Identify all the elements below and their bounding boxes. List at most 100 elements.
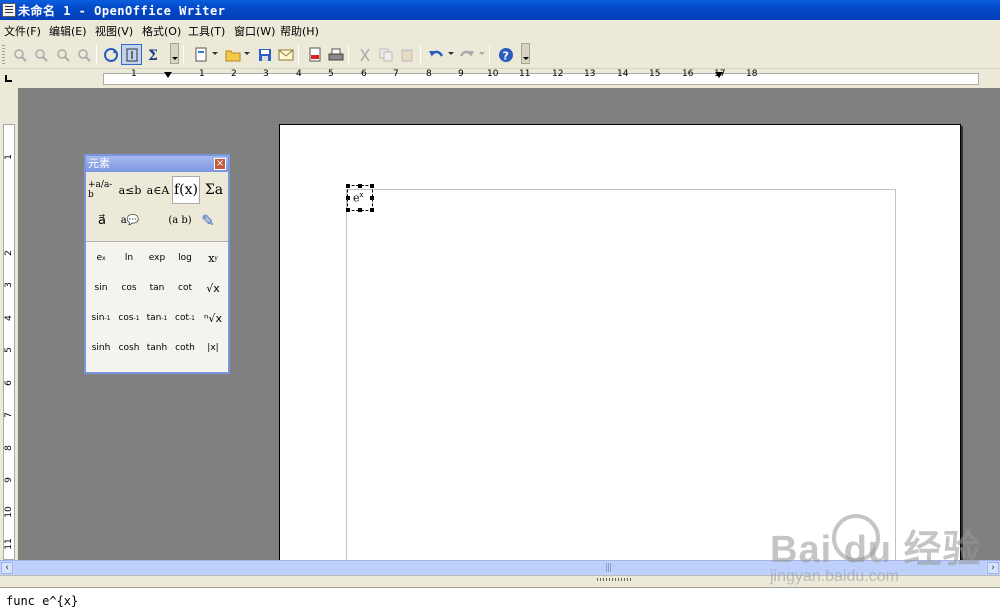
menu-help[interactable]: 帮助(H) <box>280 23 319 39</box>
fn-abs[interactable]: |x| <box>199 334 227 362</box>
toolbar-separator <box>298 45 299 64</box>
toolbar-grip[interactable] <box>2 45 5 65</box>
category-attributes[interactable]: a⃗ <box>88 206 116 234</box>
resize-handle[interactable] <box>346 196 350 200</box>
category-unary-binary[interactable]: +a/a-b <box>88 176 116 204</box>
ruler-tick: 11 <box>519 69 531 79</box>
category-brackets[interactable]: (a b) <box>166 206 194 234</box>
fn-power[interactable]: xy <box>199 244 227 272</box>
scrollbar-thumb[interactable] <box>15 562 985 573</box>
resize-handle[interactable] <box>346 184 350 188</box>
fn-nroot[interactable]: ⁿ√x <box>199 304 227 332</box>
fn-sup: -1 <box>189 314 195 322</box>
fn-sin[interactable]: sin <box>87 274 115 302</box>
close-icon[interactable]: × <box>214 158 226 170</box>
fn-arcsin[interactable]: sin -1 <box>87 304 115 332</box>
fn-exp[interactable]: exp <box>143 244 171 272</box>
undo-icon[interactable] <box>425 44 446 65</box>
print-icon[interactable] <box>325 44 346 65</box>
toolbar-separator <box>348 45 349 64</box>
fn-cosh[interactable]: cosh <box>115 334 143 362</box>
category-formats[interactable]: ✎ <box>194 206 222 234</box>
new-dropdown-icon[interactable] <box>212 52 218 55</box>
horizontal-ruler[interactable]: 1 1 2 3 4 5 6 7 8 9 10 11 12 13 14 15 16… <box>18 69 1000 88</box>
show-all-icon[interactable] <box>73 44 94 65</box>
resize-handle[interactable] <box>346 208 350 212</box>
zoom-out-icon[interactable] <box>30 44 51 65</box>
vruler-tick: 9 <box>4 477 14 483</box>
menu-tools[interactable]: 工具(T) <box>188 23 225 39</box>
toolbar-overflow-button-2[interactable] <box>521 43 530 64</box>
scroll-right-icon[interactable]: › <box>987 562 999 574</box>
fn-tanh[interactable]: tanh <box>143 334 171 362</box>
zoom-in-icon[interactable] <box>9 44 30 65</box>
formula-command-text[interactable]: func e^{x} <box>6 594 78 608</box>
elements-panel-title[interactable]: 元素 × <box>86 156 228 172</box>
left-indent-marker[interactable] <box>164 72 172 78</box>
copy-icon[interactable] <box>375 44 396 65</box>
open-folder-icon[interactable] <box>222 44 243 65</box>
splitter-grip[interactable] <box>597 578 631 581</box>
category-functions[interactable]: f(x) <box>172 176 200 204</box>
refresh-icon[interactable] <box>100 44 121 65</box>
save-icon[interactable] <box>254 44 275 65</box>
command-window[interactable]: func e^{x} <box>0 587 1000 614</box>
fn-cot[interactable]: cot <box>171 274 199 302</box>
formula-cursor-icon[interactable] <box>121 44 142 65</box>
help-icon[interactable]: ? <box>495 44 516 65</box>
email-icon[interactable] <box>275 44 296 65</box>
ruler-tick: 13 <box>584 69 596 79</box>
resize-handle[interactable] <box>370 184 374 188</box>
ruler-tick: 10 <box>487 69 499 79</box>
undo-dropdown-icon[interactable] <box>448 52 454 55</box>
document-page[interactable]: ex <box>279 124 961 560</box>
menu-file[interactable]: 文件(F) <box>4 23 41 39</box>
command-window-splitter[interactable] <box>0 575 1000 587</box>
sigma-elements-icon[interactable]: Σ <box>143 44 164 65</box>
fn-sqrt[interactable]: √x <box>199 274 227 302</box>
scroll-left-icon[interactable]: ‹ <box>1 562 13 574</box>
new-document-icon[interactable] <box>190 44 211 65</box>
fn-arctan[interactable]: tan -1 <box>143 304 171 332</box>
menu-view[interactable]: 视图(V) <box>95 23 133 39</box>
resize-handle[interactable] <box>358 184 362 188</box>
formula-object[interactable]: ex <box>346 184 374 212</box>
fn-ln[interactable]: ln <box>115 244 143 272</box>
category-relations[interactable]: a≤b <box>116 176 144 204</box>
fn-label: √x <box>206 281 220 295</box>
resize-handle[interactable] <box>370 196 374 200</box>
zoom-100-icon[interactable] <box>52 44 73 65</box>
open-dropdown-icon[interactable] <box>244 52 250 55</box>
export-pdf-icon[interactable] <box>304 44 325 65</box>
ruler-tab-selector[interactable] <box>0 70 18 88</box>
resize-handle[interactable] <box>370 208 374 212</box>
ruler-tick: 4 <box>296 69 302 79</box>
fn-log[interactable]: log <box>171 244 199 272</box>
fn-exp-e[interactable]: ex <box>87 244 115 272</box>
toolbar-overflow-button[interactable] <box>170 43 179 64</box>
left-tab-icon <box>5 75 12 82</box>
menu-format[interactable]: 格式(O) <box>142 23 181 39</box>
horizontal-scrollbar[interactable]: ‹ › <box>0 560 1000 575</box>
cut-icon[interactable] <box>354 44 375 65</box>
fn-label: coth <box>175 343 195 353</box>
fn-sinh[interactable]: sinh <box>87 334 115 362</box>
vruler-tick: 3 <box>4 282 14 288</box>
menu-edit[interactable]: 编辑(E) <box>49 23 87 39</box>
category-operators[interactable]: Σa <box>200 176 228 204</box>
fn-arccot[interactable]: cot -1 <box>171 304 199 332</box>
fn-cos[interactable]: cos <box>115 274 143 302</box>
category-set-operations[interactable]: a∈A <box>144 176 172 204</box>
category-others[interactable]: a💬 <box>116 206 144 234</box>
resize-handle[interactable] <box>358 208 362 212</box>
writer-app-icon[interactable] <box>2 3 16 17</box>
vruler-tick: 5 <box>4 347 14 353</box>
paste-icon[interactable] <box>396 44 417 65</box>
redo-dropdown-icon[interactable] <box>479 52 485 55</box>
vertical-ruler[interactable]: 1 2 3 4 5 6 7 8 9 10 11 <box>0 88 18 560</box>
redo-icon[interactable] <box>456 44 477 65</box>
fn-coth[interactable]: coth <box>171 334 199 362</box>
fn-tan[interactable]: tan <box>143 274 171 302</box>
menu-window[interactable]: 窗口(W) <box>234 23 275 39</box>
fn-arccos[interactable]: cos -1 <box>115 304 143 332</box>
